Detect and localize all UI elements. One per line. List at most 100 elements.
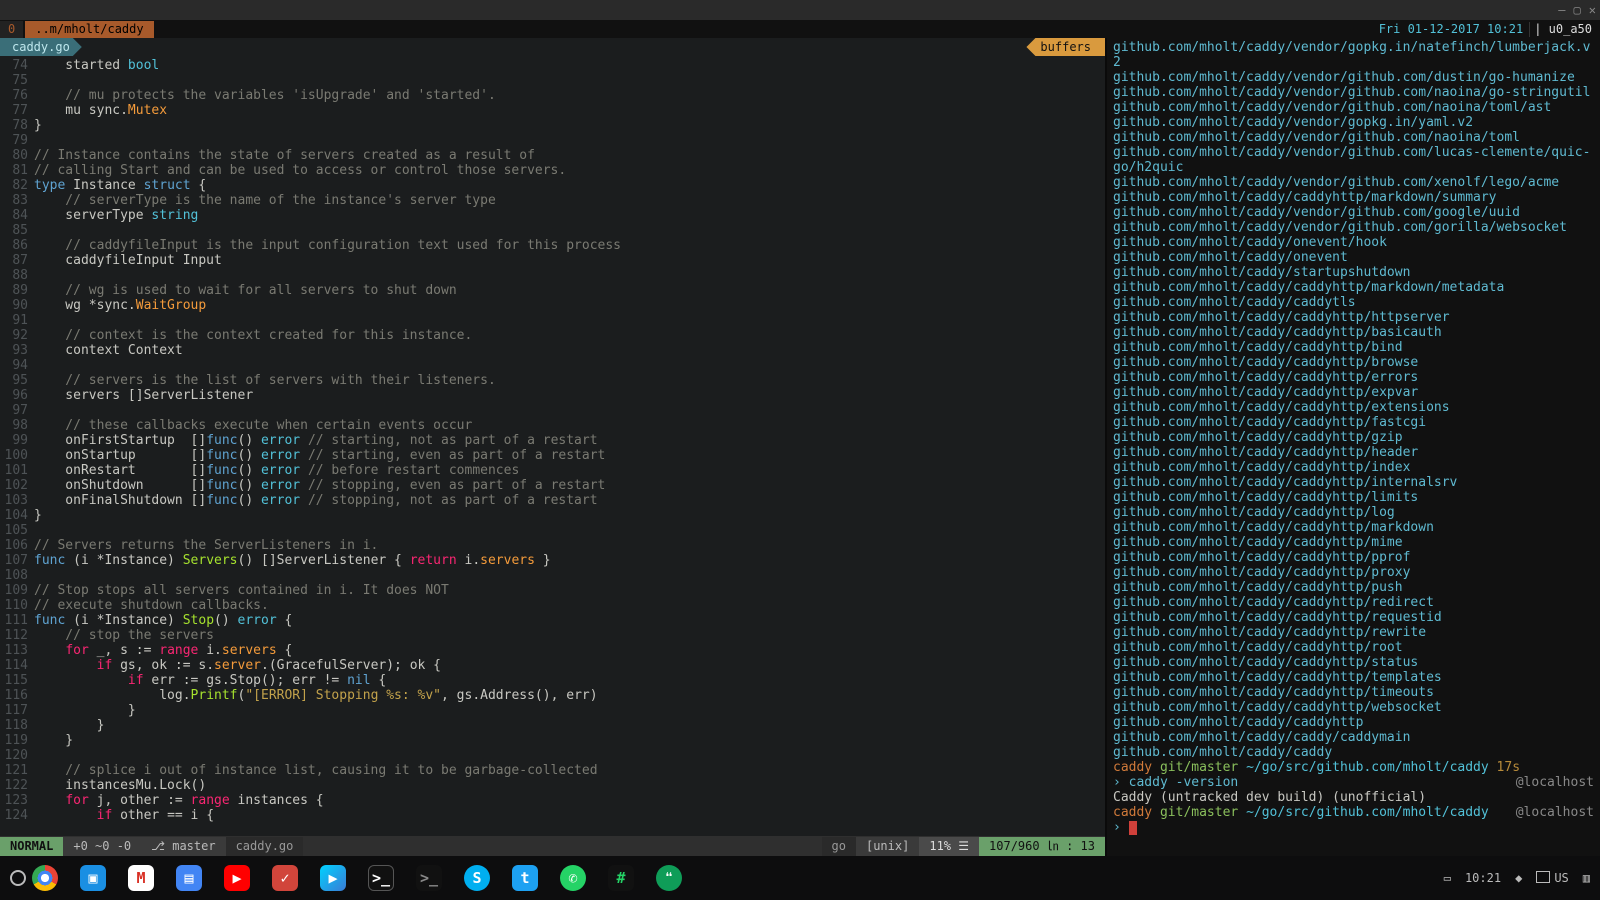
line-number: 102 [0,478,34,493]
tray-wifi-icon[interactable]: ◆ [1515,871,1522,886]
code-line[interactable]: 85 [0,223,1105,238]
window-close-button[interactable]: ✕ [1589,3,1596,18]
app-chrome-icon[interactable] [32,865,58,891]
code-line[interactable]: 99 onFirstStartup []func() error // star… [0,433,1105,448]
app-terminal2-icon[interactable]: >_ [416,865,442,891]
code-line[interactable]: 75 [0,73,1105,88]
code-line[interactable]: 108 [0,568,1105,583]
code-line[interactable]: 101 onRestart []func() error // before r… [0,463,1105,478]
line-number: 93 [0,343,34,358]
app-files-icon[interactable]: ▣ [80,865,106,891]
code-line[interactable]: 105 [0,523,1105,538]
code-text [34,268,1105,283]
code-line[interactable]: 95 // servers is the list of servers wit… [0,373,1105,388]
terminal-line: github.com/mholt/caddy/caddyhttp/header [1113,445,1594,460]
code-line[interactable]: 111func (i *Instance) Stop() error { [0,613,1105,628]
code-line[interactable]: 81// calling Start and can be used to ac… [0,163,1105,178]
code-line[interactable]: 120 [0,748,1105,763]
app-youtube-icon[interactable]: ▶ [224,865,250,891]
line-number: 123 [0,793,34,808]
code-line[interactable]: 123 for j, other := range instances { [0,793,1105,808]
code-line[interactable]: 102 onShutdown []func() error // stoppin… [0,478,1105,493]
app-todoist-icon[interactable]: ✓ [272,865,298,891]
app-irc-icon[interactable]: # [608,865,634,891]
code-line[interactable]: 124 if other == i { [0,808,1105,823]
code-line[interactable]: 104} [0,508,1105,523]
app-twitter-icon[interactable]: t [512,865,538,891]
code-line[interactable]: 110// execute shutdown callbacks. [0,598,1105,613]
vim-buffers-label[interactable]: buffers [1026,38,1105,56]
code-line[interactable]: 77 mu sync.Mutex [0,103,1105,118]
tray-menu-icon[interactable]: ▥ [1583,871,1590,886]
code-line[interactable]: 103 onFinalShutdown []func() error // st… [0,493,1105,508]
code-line[interactable]: 93 context Context [0,343,1105,358]
tmux-window-title[interactable]: ..m/mholt/caddy [25,21,153,38]
code-line[interactable]: 86 // caddyfileInput is the input config… [0,238,1105,253]
code-line[interactable]: 100 onStartup []func() error // starting… [0,448,1105,463]
tmux-window-index[interactable]: 0 [0,21,23,38]
code-line[interactable]: 89 // wg is used to wait for all servers… [0,283,1105,298]
code-line[interactable]: 83 // serverType is the name of the inst… [0,193,1105,208]
code-line[interactable]: 92 // context is the context created for… [0,328,1105,343]
code-line[interactable]: 87 caddyfileInput Input [0,253,1105,268]
code-line[interactable]: 98 // these callbacks execute when certa… [0,418,1105,433]
code-line[interactable]: 115 if err := gs.Stop(); err != nil { [0,673,1105,688]
tray-notifications-icon[interactable]: ▭ [1444,871,1451,886]
code-line[interactable]: 80// Instance contains the state of serv… [0,148,1105,163]
window-minimize-button[interactable]: — [1558,3,1565,18]
tray-keyboard-layout[interactable]: US [1536,870,1568,886]
code-line[interactable]: 106// Servers returns the ServerListener… [0,538,1105,553]
code-line[interactable]: 97 [0,403,1105,418]
window-maximize-button[interactable]: ▢ [1574,3,1581,18]
vim-code-area[interactable]: 74 started bool7576 // mu protects the v… [0,56,1105,836]
app-hangouts-icon[interactable]: ❝ [656,865,682,891]
terminal-line: github.com/mholt/caddy/caddyhttp/limits [1113,490,1594,505]
code-line[interactable]: 117 } [0,703,1105,718]
code-line[interactable]: 96 servers []ServerListener [0,388,1105,403]
app-docs-icon[interactable]: ▤ [176,865,202,891]
code-line[interactable]: 78} [0,118,1105,133]
code-line[interactable]: 88 [0,268,1105,283]
code-text: instancesMu.Lock() [34,778,1105,793]
code-line[interactable]: 116 log.Printf("[ERROR] Stopping %s: %v"… [0,688,1105,703]
code-line[interactable]: 118 } [0,718,1105,733]
code-line[interactable]: 122 instancesMu.Lock() [0,778,1105,793]
code-line[interactable]: 84 serverType string [0,208,1105,223]
code-line[interactable]: 109// Stop stops all servers contained i… [0,583,1105,598]
code-line[interactable]: 107func (i *Instance) Servers() []Server… [0,553,1105,568]
terminal-output[interactable]: github.com/mholt/caddy/vendor/gopkg.in/n… [1107,38,1600,856]
code-line[interactable]: 121 // splice i out of instance list, ca… [0,763,1105,778]
code-line[interactable]: 114 if gs, ok := s.server.(GracefulServe… [0,658,1105,673]
line-number: 118 [0,718,34,733]
app-whatsapp-icon[interactable]: ✆ [560,865,586,891]
terminal-line: github.com/mholt/caddy/caddyhttp/basicau… [1113,325,1594,340]
line-number: 99 [0,433,34,448]
code-line[interactable]: 113 for _, s := range i.servers { [0,643,1105,658]
terminal-pane[interactable]: github.com/mholt/caddy/vendor/gopkg.in/n… [1105,38,1600,856]
code-line[interactable]: 94 [0,358,1105,373]
code-line[interactable]: 74 started bool [0,58,1105,73]
code-line[interactable]: 119 } [0,733,1105,748]
code-line[interactable]: 112 // stop the servers [0,628,1105,643]
taskbar: ▣ M ▤ ▶ ✓ ▶ >_ >_ St ✆ # ❝ ▭ 10:21 ◆ US ▥ [0,856,1600,900]
app-play-icon[interactable]: ▶ [320,865,346,891]
terminal-line: github.com/mholt/caddy/caddyhttp [1113,715,1594,730]
app-gmail-icon[interactable]: M [128,865,154,891]
app-terminal-icon[interactable]: >_ [368,865,394,891]
app-skype-icon[interactable]: S [464,865,490,891]
code-line[interactable]: 82type Instance struct { [0,178,1105,193]
code-line[interactable]: 79 [0,133,1105,148]
shell-input[interactable]: › [1113,820,1594,835]
line-number: 94 [0,358,34,373]
code-text [34,748,1105,763]
terminal-line: github.com/mholt/caddy/vendor/github.com… [1113,175,1594,190]
tray-clock[interactable]: 10:21 [1465,871,1501,886]
line-number: 124 [0,808,34,823]
code-line[interactable]: 76 // mu protects the variables 'isUpgra… [0,88,1105,103]
code-line[interactable]: 91 [0,313,1105,328]
terminal-line: github.com/mholt/caddy/caddy [1113,745,1594,760]
vim-pane[interactable]: caddy.go buffers 74 started bool7576 // … [0,38,1105,856]
vim-active-buffer[interactable]: caddy.go [0,38,82,56]
code-line[interactable]: 90 wg *sync.WaitGroup [0,298,1105,313]
app-launcher-icon[interactable] [10,870,26,886]
